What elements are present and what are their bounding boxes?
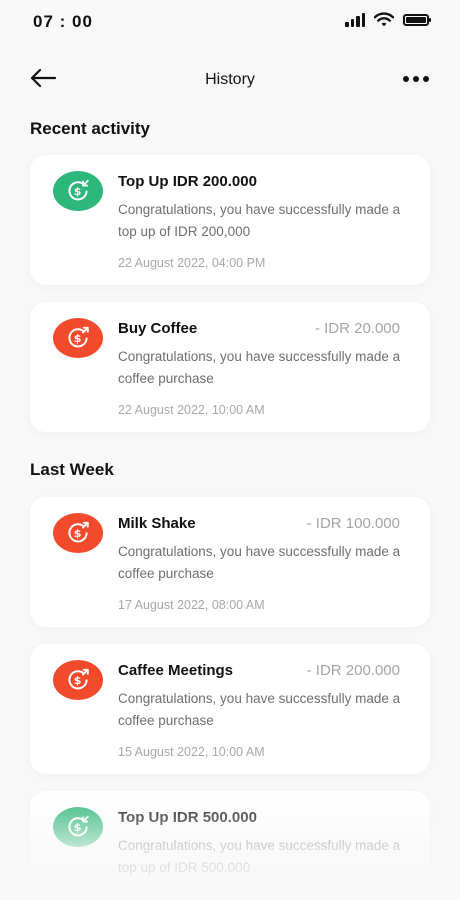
- back-button[interactable]: [29, 66, 59, 92]
- svg-text:$: $: [74, 674, 82, 687]
- dollar-receive-icon: $: [53, 171, 103, 211]
- transaction-description: Congratulations, you have successfully m…: [118, 838, 401, 875]
- transaction-card[interactable]: $ Buy Coffee - IDR 20.000 Congratulation…: [30, 302, 430, 432]
- page-title: History: [205, 71, 255, 88]
- nav-bar: History: [0, 58, 460, 102]
- dollar-send-icon: $: [53, 318, 103, 358]
- transaction-title: Caffee Meetings: [118, 662, 234, 679]
- dollar-send-icon: $: [53, 660, 103, 700]
- transaction-amount: - IDR 200.000: [306, 662, 400, 679]
- transaction-title: Top Up IDR 500.000: [118, 809, 257, 826]
- section-title-recent: Recent activity: [30, 119, 150, 138]
- dollar-send-icon: $: [53, 513, 103, 553]
- transaction-card[interactable]: $ Top Up IDR 200.000 Congratulations, yo…: [30, 155, 430, 285]
- transaction-title: Top Up IDR 200.000: [118, 173, 257, 190]
- transaction-amount: - IDR 100.000: [306, 515, 400, 532]
- more-horizontal-icon: [403, 76, 409, 82]
- svg-text:$: $: [74, 332, 82, 345]
- transaction-title: Milk Shake: [118, 515, 196, 532]
- svg-text:$: $: [74, 185, 82, 198]
- more-button[interactable]: [403, 70, 429, 88]
- section-title-last-week: Last Week: [30, 460, 114, 479]
- transaction-description: Congratulations, you have successfully m…: [118, 544, 401, 581]
- status-time: 07 : 00: [33, 12, 93, 31]
- wifi-icon: [374, 12, 394, 27]
- cellular-signal-icon: [345, 12, 365, 27]
- transaction-description: Congratulations, you have successfully m…: [118, 202, 401, 239]
- transaction-card[interactable]: $ Caffee Meetings - IDR 200.000 Congratu…: [30, 644, 430, 774]
- transaction-card[interactable]: $ Milk Shake - IDR 100.000 Congratulatio…: [30, 497, 430, 627]
- transaction-time: 22 August 2022, 10:00 AM: [118, 403, 265, 417]
- transaction-time: 17 August 2022, 08:00 AM: [118, 598, 265, 612]
- dollar-receive-icon: $: [53, 807, 103, 847]
- transaction-time: 22 August 2022, 04:00 PM: [118, 256, 266, 270]
- transaction-time: 15 August 2022, 10:00 AM: [118, 745, 265, 759]
- arrow-left-icon: [30, 68, 57, 88]
- status-bar: 07 : 00: [0, 0, 460, 44]
- transaction-card[interactable]: $ Top Up IDR 500.000 Congratulations, yo…: [30, 791, 430, 900]
- transaction-description: Congratulations, you have successfully m…: [118, 691, 401, 728]
- status-icons: [345, 12, 431, 27]
- battery-icon: [403, 13, 431, 26]
- svg-text:$: $: [74, 527, 82, 540]
- svg-text:$: $: [74, 821, 82, 834]
- transaction-title: Buy Coffee: [118, 320, 198, 337]
- transaction-description: Congratulations, you have successfully m…: [118, 349, 401, 386]
- transaction-amount: - IDR 20.000: [314, 320, 400, 337]
